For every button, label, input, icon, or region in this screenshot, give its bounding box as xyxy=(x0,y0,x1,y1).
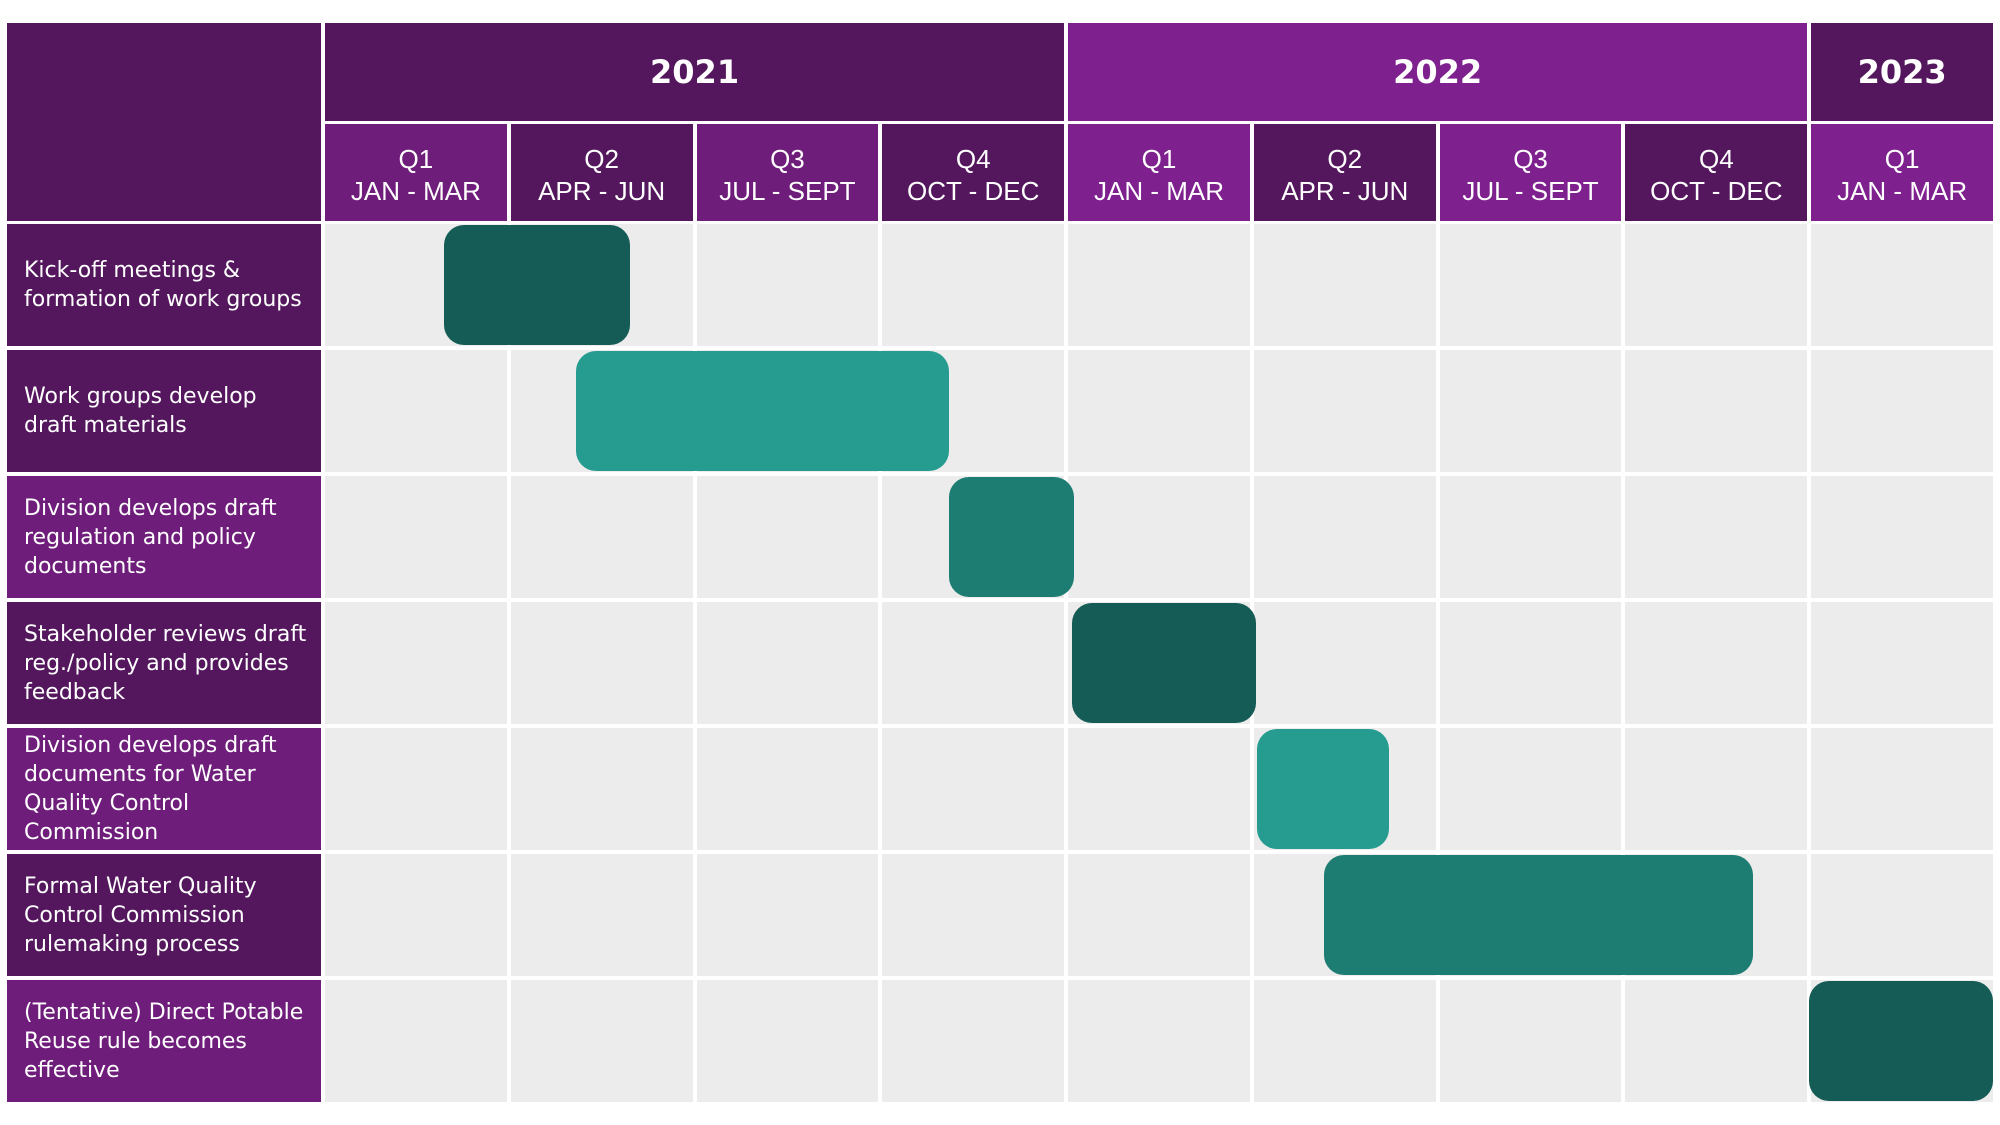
quarter-header: Q2 APR - JUN xyxy=(1253,124,1436,221)
grid-cell xyxy=(1253,980,1436,1102)
task-label: Kick-off meetings & formation of work gr… xyxy=(7,224,321,346)
quarter-label: Q2 xyxy=(1327,143,1363,174)
task-bar[interactable] xyxy=(443,225,630,345)
grid-cell xyxy=(1811,854,1993,976)
task-bar[interactable] xyxy=(1324,855,1754,975)
grid-cell xyxy=(1439,476,1622,598)
grid-cell xyxy=(1253,350,1436,472)
task-label: (Tentative) Direct Potable Reuse rule be… xyxy=(7,980,321,1102)
grid-cell xyxy=(882,728,1065,850)
task-bar[interactable] xyxy=(1071,603,1256,723)
grid-cell xyxy=(1811,728,1993,850)
grid-cell xyxy=(1253,224,1436,346)
quarter-header: Q4 OCT - DEC xyxy=(1625,124,1808,221)
grid-cell xyxy=(1439,350,1622,472)
quarter-header: Q2 APR - JUN xyxy=(510,124,693,221)
grid-cell xyxy=(1625,728,1808,850)
quarter-months: OCT - DEC xyxy=(1650,175,1783,206)
task-label: Division develops draft regulation and p… xyxy=(7,476,321,598)
quarter-label: Q4 xyxy=(955,143,991,174)
grid-cell xyxy=(1439,980,1622,1102)
quarter-months: APR - JUN xyxy=(1281,175,1409,206)
task-label: Formal Water Quality Control Commission … xyxy=(7,854,321,976)
quarter-months: APR - JUN xyxy=(538,175,666,206)
grid-cell xyxy=(696,854,879,976)
grid-cell xyxy=(510,854,693,976)
quarter-header: Q3 JUL - SEPT xyxy=(696,124,879,221)
quarter-label: Q1 xyxy=(1884,143,1920,174)
grid-cell xyxy=(325,350,507,472)
grid-cell xyxy=(510,602,693,724)
grid-cell xyxy=(325,728,507,850)
grid-cell xyxy=(1068,476,1250,598)
grid-cell xyxy=(696,224,879,346)
grid-cell xyxy=(696,476,879,598)
quarter-label: Q3 xyxy=(1513,143,1548,174)
grid-cell xyxy=(1811,602,1993,724)
grid-cell xyxy=(1253,602,1436,724)
grid-cell xyxy=(882,854,1065,976)
quarter-header: Q3 JUL - SEPT xyxy=(1439,124,1622,221)
quarter-months: JUL - SEPT xyxy=(719,175,856,206)
task-label: Division develops draft documents for Wa… xyxy=(7,728,321,850)
grid-cell xyxy=(325,980,507,1102)
quarter-header: Q1 JAN - MAR xyxy=(325,124,507,221)
grid-cell xyxy=(1625,476,1808,598)
grid-cell xyxy=(325,602,507,724)
quarter-label: Q1 xyxy=(1141,143,1177,174)
grid-cell xyxy=(1439,602,1622,724)
quarter-label: Q2 xyxy=(584,143,619,174)
grid-cell xyxy=(1625,602,1808,724)
grid-cell xyxy=(1439,728,1622,850)
grid-cell xyxy=(325,476,507,598)
grid-cell xyxy=(325,854,507,976)
task-bar[interactable] xyxy=(1257,729,1390,849)
task-label: Stakeholder reviews draft reg./policy an… xyxy=(7,602,321,724)
grid-cell xyxy=(510,980,693,1102)
quarter-months: OCT - DEC xyxy=(907,175,1040,206)
grid-cell xyxy=(1811,350,1993,472)
grid-cell xyxy=(510,728,693,850)
year-header: 2023 xyxy=(1811,23,1993,121)
task-bar[interactable] xyxy=(1809,981,1993,1101)
grid-cell xyxy=(882,224,1065,346)
grid-cell xyxy=(1811,476,1993,598)
quarter-months: JAN - MAR xyxy=(1837,175,1968,206)
grid-cell xyxy=(1439,224,1622,346)
grid-cell xyxy=(882,602,1065,724)
grid-cell xyxy=(1625,224,1808,346)
year-header: 2021 xyxy=(325,23,1065,121)
header-corner xyxy=(7,23,321,221)
quarter-months: JAN - MAR xyxy=(1093,175,1224,206)
grid-cell xyxy=(1068,224,1250,346)
quarter-header: Q1 JAN - MAR xyxy=(1811,124,1993,221)
grid-cell xyxy=(510,476,693,598)
grid-cell xyxy=(696,728,879,850)
grid-cell xyxy=(882,980,1065,1102)
quarter-months: JAN - MAR xyxy=(350,175,481,206)
quarter-header: Q4 OCT - DEC xyxy=(882,124,1065,221)
grid-cell xyxy=(1625,980,1808,1102)
year-header: 2022 xyxy=(1068,23,1808,121)
quarter-months: JUL - SEPT xyxy=(1462,175,1599,206)
grid-cell xyxy=(1068,728,1250,850)
grid-cell xyxy=(696,602,879,724)
quarter-label: Q3 xyxy=(770,143,805,174)
quarter-header: Q1 JAN - MAR xyxy=(1068,124,1250,221)
grid-cell xyxy=(1068,980,1250,1102)
task-label: Work groups develop draft materials xyxy=(7,350,321,472)
grid-cell xyxy=(1068,350,1250,472)
task-bar[interactable] xyxy=(949,477,1074,597)
grid-cell xyxy=(1253,476,1436,598)
quarter-label: Q1 xyxy=(398,143,434,174)
task-bar[interactable] xyxy=(575,351,950,471)
quarter-label: Q4 xyxy=(1698,143,1734,174)
gantt-chart: 2021 2022 2023 Q1 JAN - MAR Q2 APR - JUN Q3 JUL … xyxy=(0,0,2000,1125)
grid-cell xyxy=(1811,224,1993,346)
grid-cell xyxy=(696,980,879,1102)
grid-cell xyxy=(1068,854,1250,976)
grid-cell xyxy=(1625,350,1808,472)
